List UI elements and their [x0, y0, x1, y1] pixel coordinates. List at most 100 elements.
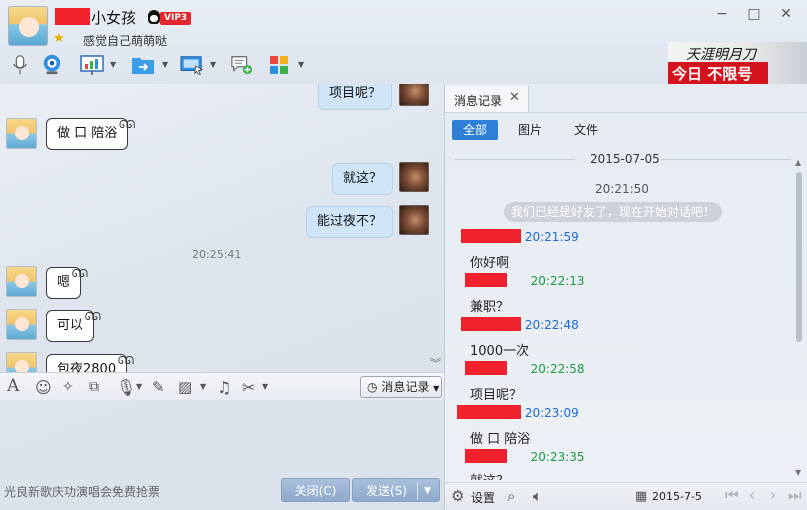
message-text: 可以	[57, 318, 84, 333]
message-text: 做 口 陪浴	[57, 126, 118, 141]
message-bubble-sent[interactable]: 就这？	[332, 163, 394, 195]
send-label: 发送(S)	[366, 484, 407, 498]
message-bubble-sent[interactable]: 能过夜不？	[306, 206, 394, 238]
send-sms-button[interactable]	[230, 54, 256, 78]
name-redaction	[55, 8, 90, 25]
my-avatar[interactable]	[399, 162, 429, 192]
scroll-up-icon[interactable]: ▲	[795, 158, 801, 167]
prev-page-icon[interactable]: ‹	[749, 486, 755, 504]
apps-grid-icon	[270, 56, 288, 74]
chevron-down-icon[interactable]: ▼	[262, 382, 268, 391]
search-icon[interactable]: ⌕	[507, 487, 515, 505]
font-icon[interactable]: A	[7, 376, 19, 396]
message-bubble-sent[interactable]: 项目呢？	[318, 84, 393, 110]
message-record-button[interactable]: ◷ 消息记录 ▼	[360, 376, 442, 398]
scroll-to-bottom-icon[interactable]: ︾	[430, 355, 441, 371]
record-message[interactable]: 就这？	[470, 470, 509, 480]
screenshot-icon[interactable]: ✂	[242, 378, 255, 397]
close-button[interactable]: 关闭(C)	[281, 478, 350, 502]
settings-label[interactable]: 设置	[471, 489, 495, 506]
presentation-button[interactable]: ▼	[80, 54, 120, 78]
send-button[interactable]: 发送(S) ▼	[352, 478, 440, 502]
game-ad-banner[interactable]: 天涯明月刀 今日 不限号	[668, 42, 807, 84]
first-page-icon[interactable]: ⏮	[725, 486, 739, 504]
filter-tab-files[interactable]: 文件	[571, 120, 601, 140]
record-entry-header: 20:21:59	[461, 229, 579, 244]
record-entry-header: 20:22:48	[461, 317, 579, 332]
send-options-chevron-icon[interactable]: ▼	[424, 479, 431, 503]
contact-signature: 感觉自己萌萌哒	[83, 34, 168, 48]
tab-message-record[interactable]: 消息记录 ✕	[445, 86, 529, 112]
image-icon[interactable]: ▨	[178, 378, 192, 396]
record-message[interactable]: 1000一次	[470, 340, 529, 359]
calendar-icon[interactable]: ▦	[635, 489, 647, 504]
promo-link[interactable]: 光良新歌庆功演唱会免费抢票	[4, 483, 160, 500]
message-bubble-received[interactable]: 可以 ᘏᘏ	[46, 310, 101, 342]
contact-name[interactable]: 小女孩	[91, 7, 136, 28]
speaker-icon[interactable]: 🔈︎	[533, 487, 542, 505]
record-message[interactable]: 你好啊	[470, 252, 509, 271]
message-bubble-received[interactable]: 做 口 陪浴 ᘏᘏ	[46, 118, 135, 150]
chat-time-divider: 20:25:41	[192, 248, 242, 261]
chevron-down-icon[interactable]: ▼	[210, 60, 216, 69]
remote-desktop-button[interactable]: ▼	[180, 54, 220, 78]
last-page-icon[interactable]: ⏭	[788, 486, 802, 504]
message-input[interactable]	[0, 400, 444, 474]
message-bubble-received[interactable]: 包夜2800 ᘏᘏ	[46, 354, 134, 372]
record-entry-header: 20:23:09	[457, 405, 579, 420]
record-start-time: 20:21:50	[595, 182, 649, 196]
record-message[interactable]: 做 口 陪浴	[470, 428, 530, 447]
scroll-down-icon[interactable]: ▼	[795, 468, 801, 477]
footer-date[interactable]: 2015-7-5	[652, 490, 702, 503]
chevron-down-icon[interactable]: ▼	[200, 382, 206, 391]
chevron-down-icon[interactable]: ▼	[298, 60, 304, 69]
contact-avatar-small[interactable]	[6, 266, 37, 297]
close-tab-icon[interactable]: ✕	[509, 90, 520, 105]
filter-tab-images[interactable]: 图片	[515, 120, 545, 140]
maximize-button[interactable]: □	[743, 4, 765, 24]
chevron-down-icon[interactable]: ▼	[136, 382, 142, 391]
edit-icon[interactable]: ✎	[152, 378, 165, 396]
contact-avatar-small[interactable]	[6, 309, 37, 340]
qq-penguin-icon	[148, 10, 160, 24]
sender-redaction	[465, 449, 507, 463]
apps-button[interactable]: ▼	[268, 54, 308, 78]
scrollbar-thumb[interactable]	[796, 172, 802, 342]
chevron-down-icon[interactable]: ▼	[110, 60, 116, 69]
chat-history[interactable]: 项目呢？ 做 口 陪浴 ᘏᘏ 就这？ 能过夜不？ 20:25:41 嗯 ᘏᘏ 可…	[0, 84, 444, 372]
record-message[interactable]: 项目呢？	[470, 384, 522, 403]
vip-badge[interactable]: VIP3	[160, 12, 192, 25]
my-avatar[interactable]	[399, 84, 429, 106]
voice-call-button[interactable]	[8, 54, 28, 78]
shake-icon[interactable]: ✧	[62, 379, 74, 395]
contact-avatar-small[interactable]	[6, 118, 37, 149]
file-transfer-button[interactable]: ▼	[131, 54, 171, 78]
tab-label: 消息记录	[454, 94, 503, 108]
gear-icon[interactable]: ⚙	[451, 487, 464, 505]
record-entry-header: 20:23:35	[461, 449, 585, 464]
message-bubble-received[interactable]: 嗯 ᘏᘏ	[46, 267, 88, 299]
sender-redaction	[457, 405, 521, 419]
emoji-icon[interactable]: ☺	[35, 378, 52, 397]
music-icon[interactable]: ♫	[217, 378, 231, 397]
record-time: 20:22:48	[524, 318, 579, 332]
input-toolbar: A ☺ ✧ ⧉ 🎙︎ ▼ ✎ ▨ ▼ ♫ ✂ ▼ ◷ 消息记录 ▼	[0, 372, 444, 400]
voice-icon[interactable]: 🎙︎	[116, 378, 136, 397]
contact-avatar[interactable]	[8, 6, 48, 46]
message-text: 嗯	[57, 275, 71, 290]
record-message[interactable]: 兼职？	[470, 296, 509, 315]
my-avatar[interactable]	[399, 205, 429, 235]
next-page-icon[interactable]: ›	[770, 486, 776, 504]
bubble-decoration-icon: ᘏᘏ	[71, 267, 88, 280]
chevron-down-icon[interactable]: ▼	[162, 60, 168, 69]
close-window-button[interactable]: ✕	[775, 4, 797, 24]
video-camera-icon	[43, 54, 61, 75]
minimize-button[interactable]: −	[711, 4, 733, 24]
record-scrollbar[interactable]: ▲ ▼	[795, 158, 803, 478]
contact-avatar-small[interactable]	[6, 352, 37, 372]
bubble-decoration-icon: ᘏᘏ	[84, 310, 101, 323]
video-call-button[interactable]	[40, 54, 66, 78]
gif-icon[interactable]: ⧉	[89, 379, 99, 395]
filter-tab-all[interactable]: 全部	[452, 120, 498, 140]
remote-desktop-icon	[180, 56, 204, 75]
